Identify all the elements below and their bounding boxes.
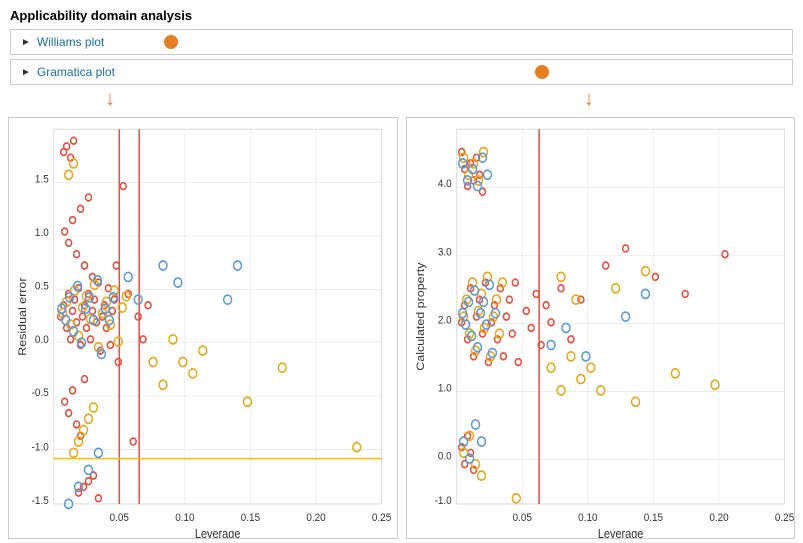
svg-text:-1.5: -1.5 [32,494,49,507]
svg-text:0.15: 0.15 [643,511,662,524]
gramatica-down-arrow: ↓ [584,89,594,109]
williams-plot-inner: 0.05 0.10 0.15 0.20 0.25 -1.5 -1.0 -0.5 … [9,118,397,538]
svg-text:Calculated property: Calculated property [414,262,426,370]
svg-text:0.15: 0.15 [241,511,260,524]
svg-text:Leverage: Leverage [597,527,643,538]
svg-text:4.0: 4.0 [437,178,451,191]
svg-text:0.5: 0.5 [35,280,49,293]
svg-text:Residual error: Residual error [17,277,29,355]
svg-text:0.0: 0.0 [35,333,49,346]
plots-section: 0.05 0.10 0.15 0.20 0.25 -1.5 -1.0 -0.5 … [0,113,803,543]
williams-orange-dot [164,35,178,49]
williams-plot-label: Williams plot [37,35,104,49]
gramatica-plot-container: 0.05 0.10 0.15 0.20 0.25 -1.0 0.0 1.0 2.… [406,117,796,539]
svg-text:2.0: 2.0 [437,314,451,327]
header-section: Applicability domain analysis ► Williams… [0,0,803,113]
svg-text:0.20: 0.20 [709,511,728,524]
svg-text:0.05: 0.05 [512,511,531,524]
svg-text:0.20: 0.20 [306,511,325,524]
williams-arrow-icon: ► [21,37,31,48]
svg-text:-1.0: -1.0 [434,494,451,507]
svg-text:0.10: 0.10 [175,511,194,524]
gramatica-plot-row[interactable]: ► Gramatica plot [10,59,793,85]
gramatica-orange-dot [535,65,549,79]
svg-text:0.05: 0.05 [110,511,129,524]
svg-text:0.25: 0.25 [372,511,391,524]
page-title: Applicability domain analysis [10,8,793,23]
svg-text:3.0: 3.0 [437,246,451,259]
gramatica-arrow-icon: ► [21,67,31,78]
svg-text:1.5: 1.5 [35,173,49,186]
svg-text:1.0: 1.0 [437,382,451,395]
page-container: Applicability domain analysis ► Williams… [0,0,803,543]
williams-plot-svg: 0.05 0.10 0.15 0.20 0.25 -1.5 -1.0 -0.5 … [9,118,397,538]
williams-down-arrow: ↓ [105,89,115,109]
svg-text:-0.5: -0.5 [32,387,49,400]
svg-text:-1.0: -1.0 [32,441,49,454]
svg-text:0.10: 0.10 [578,511,597,524]
williams-plot-row[interactable]: ► Williams plot [10,29,793,55]
gramatica-plot-svg: 0.05 0.10 0.15 0.20 0.25 -1.0 0.0 1.0 2.… [407,118,795,538]
svg-text:Leverage: Leverage [195,527,241,538]
svg-text:0.25: 0.25 [774,511,793,524]
gramatica-plot-label: Gramatica plot [37,65,115,79]
svg-text:0.0: 0.0 [437,450,451,463]
gramatica-plot-inner: 0.05 0.10 0.15 0.20 0.25 -1.0 0.0 1.0 2.… [407,118,795,538]
svg-text:1.0: 1.0 [35,226,49,239]
williams-plot-container: 0.05 0.10 0.15 0.20 0.25 -1.5 -1.0 -0.5 … [8,117,398,539]
